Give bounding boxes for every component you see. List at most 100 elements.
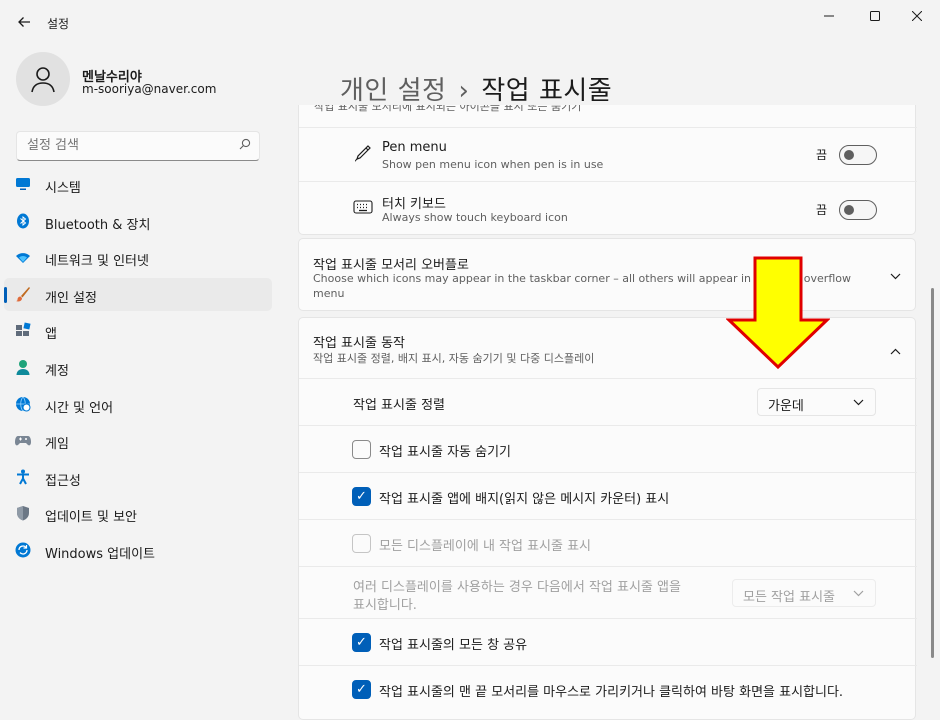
avatar[interactable] — [16, 52, 70, 106]
maximize-icon — [870, 11, 880, 21]
sidebar-item-accessibility[interactable]: 접근성 — [4, 461, 272, 494]
share-windows-checkbox[interactable]: ✓ — [352, 633, 371, 652]
sidebar-item-label: 앱 — [45, 327, 57, 343]
auto-hide-label[interactable]: 작업 표시줄 자동 숨기기 — [379, 441, 511, 460]
minimize-button[interactable] — [806, 5, 852, 27]
accessibility-icon — [15, 469, 31, 485]
chevron-down-icon[interactable] — [890, 269, 901, 284]
alignment-value: 가운데 — [768, 399, 804, 414]
taskbar-corner-icons-card: 작업 표시줄 모서리에 표시되는 아이콘을 표시 또는 숨기기 Pen menu… — [298, 105, 917, 235]
overflow-title: 작업 표시줄 모서리 오버플로 — [313, 258, 469, 273]
chevron-down-icon — [853, 396, 864, 409]
share-windows-label[interactable]: 작업 표시줄의 모든 창 공유 — [379, 634, 527, 653]
sidebar-item-personalization[interactable]: 개인 설정 — [4, 277, 272, 311]
touch-keyboard-toggle-state: 끔 — [816, 203, 828, 217]
minimize-icon — [824, 15, 834, 17]
arrow-left-icon — [18, 17, 30, 27]
sidebar-item-system[interactable]: 시스템 — [4, 168, 272, 201]
gamepad-icon — [15, 432, 31, 448]
close-button[interactable] — [894, 5, 940, 27]
pen-menu-title: Pen menu — [382, 140, 447, 155]
sidebar-item-label: 시스템 — [45, 181, 81, 196]
alignment-label: 작업 표시줄 정렬 — [353, 398, 445, 413]
touch-keyboard-title: 터치 키보드 — [382, 197, 446, 212]
all-displays-row: 모든 디스플레이에 내 작업 표시줄 표시 — [299, 519, 917, 566]
breadcrumb-separator: › — [458, 76, 470, 106]
sidebar-item-gaming[interactable]: 게임 — [4, 424, 272, 457]
badges-row: ✓ 작업 표시줄 앱에 배지(읽지 않은 메시지 카운터) 표시 — [299, 472, 917, 519]
breadcrumb-parent[interactable]: 개인 설정 — [340, 76, 446, 106]
sidebar-item-label: 접근성 — [45, 473, 81, 489]
settings-content: 작업 표시줄 모서리에 표시되는 아이콘을 표시 또는 숨기기 Pen menu… — [298, 105, 918, 720]
pen-menu-toggle[interactable] — [839, 145, 877, 165]
taskbar-behaviors-card: 작업 표시줄 동작 작업 표시줄 정렬, 배지 표시, 자동 숨기기 및 다중 … — [298, 317, 917, 720]
down-arrow-annotation — [726, 256, 830, 370]
badges-label[interactable]: 작업 표시줄 앱에 배지(읽지 않은 메시지 카운터) 표시 — [379, 488, 669, 507]
pen-menu-toggle-state: 끔 — [816, 148, 828, 162]
overflow-subtitle-line1: Choose which icons may appear in the tas… — [313, 272, 793, 285]
content-scrollbar[interactable] — [931, 288, 934, 658]
shield-icon — [15, 505, 31, 521]
pen-menu-row: Pen menu Show pen menu icon when pen is … — [299, 127, 917, 181]
sidebar-nav: 시스템 Bluetooth & 장치 네트워크 및 인터넷 개인 설정 앱 계정 — [4, 168, 272, 571]
pen-menu-subtitle: Show pen menu icon when pen is in use — [382, 158, 604, 171]
sidebar-item-label: 네트워크 및 인터넷 — [45, 254, 149, 270]
checkmark-icon: ✓ — [356, 635, 367, 650]
far-corner-checkbox[interactable]: ✓ — [352, 680, 371, 699]
maximize-button[interactable] — [852, 5, 898, 27]
touch-keyboard-row: 터치 키보드 Always show touch keyboard icon 끔 — [299, 181, 917, 235]
sidebar-item-label: 시간 및 언어 — [45, 400, 114, 416]
close-icon — [912, 11, 922, 21]
sidebar-item-security[interactable]: 업데이트 및 보안 — [4, 497, 272, 530]
badges-checkbox[interactable]: ✓ — [352, 487, 371, 506]
all-displays-checkbox[interactable] — [352, 534, 371, 553]
multi-display-value: 모든 작업 표시줄 — [743, 590, 835, 605]
touch-keyboard-subtitle: Always show touch keyboard icon — [382, 211, 568, 224]
far-corner-row: ✓ 작업 표시줄의 맨 끝 모서리를 마우스로 가리키거나 클릭하여 바탕 화면… — [299, 665, 917, 712]
sidebar-item-apps[interactable]: 앱 — [4, 314, 272, 347]
globe-clock-icon — [15, 396, 31, 412]
sidebar-item-label: 업데이트 및 보안 — [45, 510, 137, 526]
search-box[interactable] — [16, 131, 260, 161]
sidebar-item-label: 개인 설정 — [45, 290, 97, 306]
title-bar: 설정 — [0, 0, 940, 44]
sidebar-item-time-language[interactable]: 시간 및 언어 — [4, 388, 272, 421]
alignment-row: 작업 표시줄 정렬 가운데 — [299, 378, 917, 425]
user-email: m-sooriya@naver.com — [82, 82, 217, 96]
apps-icon — [15, 322, 31, 338]
sidebar-item-network[interactable]: 네트워크 및 인터넷 — [4, 241, 272, 274]
auto-hide-checkbox[interactable] — [352, 440, 371, 459]
alignment-dropdown[interactable]: 가운데 — [757, 388, 876, 416]
behaviors-subtitle: 작업 표시줄 정렬, 배지 표시, 자동 숨기기 및 다중 디스플레이 — [313, 352, 595, 365]
multi-display-dropdown[interactable]: 모든 작업 표시줄 — [732, 579, 876, 607]
multi-display-label-line2: 표시합니다. — [353, 598, 417, 613]
all-displays-label[interactable]: 모든 디스플레이에 내 작업 표시줄 표시 — [379, 535, 591, 554]
sidebar-item-label: Bluetooth & 장치 — [45, 217, 151, 233]
update-icon — [15, 542, 31, 558]
brush-icon — [15, 286, 31, 302]
person-icon — [15, 359, 31, 375]
far-corner-label[interactable]: 작업 표시줄의 맨 끝 모서리를 마우스로 가리키거나 클릭하여 바탕 화면을 … — [379, 681, 843, 700]
bluetooth-icon — [15, 213, 31, 229]
multi-display-row: 여러 디스플레이를 사용하는 경우 다음에서 작업 표시줄 앱을 표시합니다. … — [299, 566, 917, 618]
back-button[interactable] — [12, 10, 36, 34]
multi-display-label-line1: 여러 디스플레이를 사용하는 경우 다음에서 작업 표시줄 앱을 — [353, 580, 681, 595]
sidebar-item-bluetooth[interactable]: Bluetooth & 장치 — [4, 205, 272, 238]
card-subtitle: 작업 표시줄 모서리에 표시되는 아이콘을 표시 또는 숨기기 — [314, 105, 582, 113]
chevron-up-icon[interactable] — [890, 344, 901, 359]
sidebar-item-label: 계정 — [45, 363, 69, 379]
search-icon[interactable] — [239, 138, 251, 153]
keyboard-icon — [353, 200, 373, 218]
search-input[interactable] — [27, 138, 227, 153]
pen-icon — [354, 144, 372, 166]
wifi-icon — [15, 249, 31, 265]
checkmark-icon: ✓ — [356, 489, 367, 504]
sidebar-item-accounts[interactable]: 계정 — [4, 351, 272, 384]
sidebar-item-label: 게임 — [45, 437, 69, 453]
touch-keyboard-toggle[interactable] — [839, 200, 877, 220]
share-windows-row: ✓ 작업 표시줄의 모든 창 공유 — [299, 618, 917, 665]
sidebar-item-label: Windows 업데이트 — [45, 546, 156, 562]
sidebar-item-windows-update[interactable]: Windows 업데이트 — [4, 534, 272, 567]
breadcrumb: 개인 설정 › 작업 표시줄 — [340, 70, 612, 107]
monitor-icon — [15, 176, 31, 192]
